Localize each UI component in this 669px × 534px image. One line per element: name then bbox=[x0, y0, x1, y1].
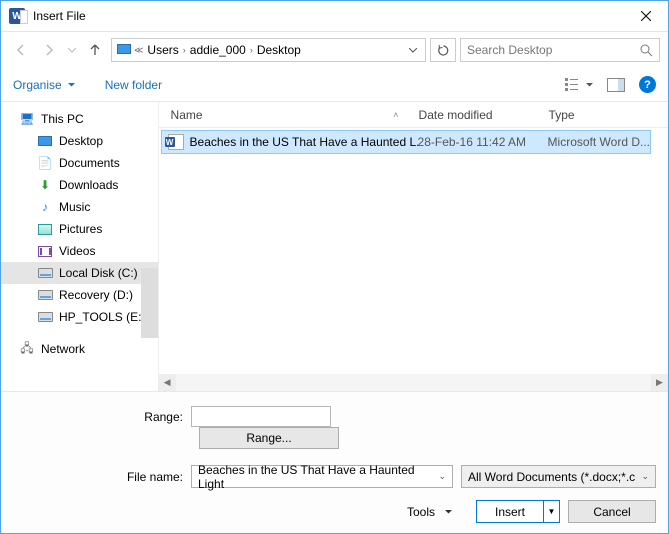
nav-bar: ≪ Users › addie_000 › Desktop Search Des… bbox=[1, 32, 668, 68]
organise-button[interactable]: Organise bbox=[13, 78, 75, 92]
cancel-button[interactable]: Cancel bbox=[568, 500, 656, 523]
tree-videos[interactable]: Videos bbox=[1, 240, 158, 262]
tools-button[interactable]: Tools bbox=[407, 505, 452, 519]
tree-hptools[interactable]: HP_TOOLS (E:) bbox=[1, 306, 158, 328]
breadcrumb-segment[interactable]: addie_000 bbox=[186, 43, 250, 57]
breadcrumb-segment[interactable]: Users bbox=[143, 43, 182, 57]
chevron-down-icon bbox=[68, 83, 75, 87]
chevron-icon: ≪ bbox=[134, 45, 143, 56]
window-title: Insert File bbox=[33, 9, 623, 23]
range-label: Range: bbox=[13, 410, 191, 424]
preview-icon bbox=[607, 78, 625, 92]
file-type: Microsoft Word D... bbox=[548, 135, 650, 149]
desktop-icon bbox=[37, 133, 53, 149]
tree-this-pc[interactable]: 🖥This PC bbox=[1, 108, 158, 130]
tree-recovery[interactable]: Recovery (D:) bbox=[1, 284, 158, 306]
address-dropdown[interactable] bbox=[403, 48, 423, 53]
horizontal-scrollbar[interactable]: ◀ ▶ bbox=[159, 374, 668, 391]
disk-icon bbox=[37, 287, 53, 303]
view-button[interactable] bbox=[565, 78, 593, 91]
preview-pane-button[interactable] bbox=[607, 78, 625, 92]
tree-local-disk[interactable]: Local Disk (C:) bbox=[1, 262, 158, 284]
file-name: Beaches in the US That Have a Haunted L.… bbox=[190, 135, 418, 149]
videos-icon bbox=[37, 243, 53, 259]
chevron-down-icon bbox=[586, 83, 593, 87]
filename-combo[interactable]: Beaches in the US That Have a Haunted Li… bbox=[191, 465, 453, 488]
list-view-icon bbox=[565, 78, 583, 91]
up-button[interactable] bbox=[83, 38, 107, 62]
file-list: Name˄ Date modified Type Beaches in the … bbox=[158, 102, 668, 391]
refresh-button[interactable] bbox=[430, 38, 456, 62]
pc-icon bbox=[117, 43, 131, 57]
column-name[interactable]: Name˄ bbox=[159, 108, 419, 122]
range-button[interactable]: Range... bbox=[199, 427, 339, 449]
network-icon: 🖧 bbox=[19, 341, 35, 357]
downloads-icon: ⬇ bbox=[37, 177, 53, 193]
filetype-value: All Word Documents (*.docx;*.c bbox=[468, 470, 635, 484]
toolbar: Organise New folder ? bbox=[1, 68, 668, 102]
search-input[interactable]: Search Desktop bbox=[460, 38, 660, 62]
file-row[interactable]: Beaches in the US That Have a Haunted L.… bbox=[161, 130, 651, 154]
pictures-icon bbox=[37, 221, 53, 237]
documents-icon bbox=[37, 155, 53, 171]
recent-dropdown[interactable] bbox=[65, 38, 79, 62]
sort-indicator-icon: ˄ bbox=[393, 110, 398, 120]
tree-music[interactable]: ♪Music bbox=[1, 196, 158, 218]
tree-downloads[interactable]: ⬇Downloads bbox=[1, 174, 158, 196]
new-folder-button[interactable]: New folder bbox=[105, 78, 162, 92]
help-button[interactable]: ? bbox=[639, 76, 656, 93]
tree-network[interactable]: 🖧Network bbox=[1, 338, 158, 360]
search-icon bbox=[640, 44, 653, 57]
filename-value: Beaches in the US That Have a Haunted Li… bbox=[198, 463, 438, 491]
filetype-combo[interactable]: All Word Documents (*.docx;*.c ⌄ bbox=[461, 465, 656, 488]
sidebar: 🖥This PC Desktop Documents ⬇Downloads ♪M… bbox=[1, 102, 158, 391]
breadcrumb-segment[interactable]: Desktop bbox=[253, 43, 305, 57]
back-button[interactable] bbox=[9, 38, 33, 62]
tree-desktop[interactable]: Desktop bbox=[1, 130, 158, 152]
range-input[interactable] bbox=[191, 406, 331, 427]
disk-icon bbox=[37, 309, 53, 325]
pc-icon: 🖥 bbox=[19, 111, 35, 127]
close-button[interactable] bbox=[623, 1, 668, 31]
scroll-left-icon[interactable]: ◀ bbox=[159, 374, 176, 391]
search-placeholder: Search Desktop bbox=[467, 43, 640, 57]
tree-documents[interactable]: Documents bbox=[1, 152, 158, 174]
column-type[interactable]: Type bbox=[549, 108, 668, 122]
tree-pictures[interactable]: Pictures bbox=[1, 218, 158, 240]
music-icon: ♪ bbox=[37, 199, 53, 215]
sidebar-scrollbar[interactable] bbox=[141, 102, 158, 391]
column-date[interactable]: Date modified bbox=[419, 108, 549, 122]
filename-label: File name: bbox=[13, 470, 191, 484]
file-date: 28-Feb-16 11:42 AM bbox=[418, 135, 548, 149]
column-headers: Name˄ Date modified Type bbox=[159, 102, 668, 128]
word-icon: W bbox=[9, 8, 25, 24]
chevron-down-icon: ⌄ bbox=[438, 471, 446, 482]
word-doc-icon bbox=[168, 134, 184, 150]
insert-dropdown[interactable]: ▼ bbox=[543, 501, 559, 522]
disk-icon bbox=[37, 265, 53, 281]
insert-button[interactable]: Insert ▼ bbox=[476, 500, 560, 523]
chevron-down-icon bbox=[445, 510, 452, 514]
title-bar: W Insert File bbox=[1, 1, 668, 32]
scroll-right-icon[interactable]: ▶ bbox=[651, 374, 668, 391]
address-bar[interactable]: ≪ Users › addie_000 › Desktop bbox=[111, 38, 426, 62]
bottom-panel: Range: Range... File name: Beaches in th… bbox=[1, 391, 668, 533]
forward-button[interactable] bbox=[37, 38, 61, 62]
chevron-down-icon: ⌄ bbox=[641, 471, 649, 482]
main-area: 🖥This PC Desktop Documents ⬇Downloads ♪M… bbox=[1, 102, 668, 391]
